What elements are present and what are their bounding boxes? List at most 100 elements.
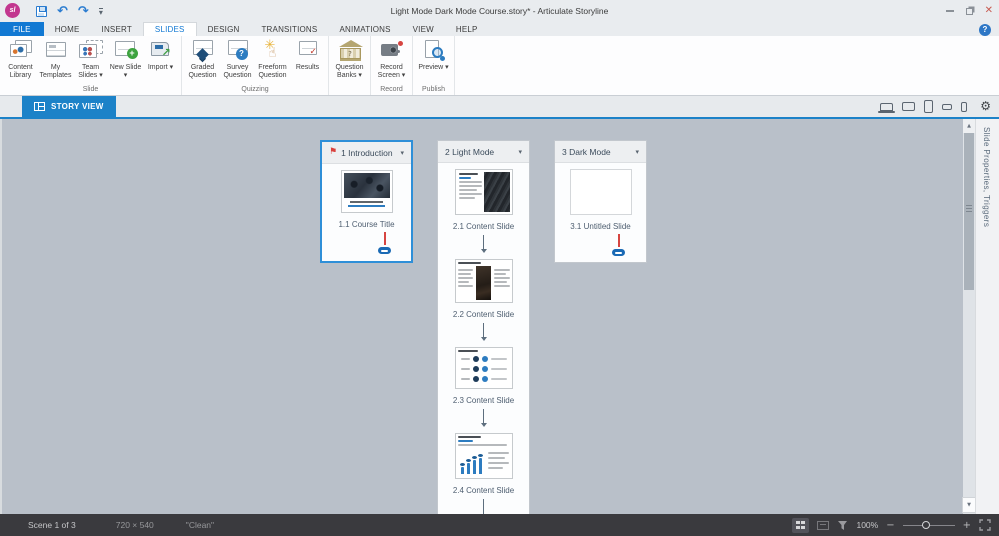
story-view-toggle-icon[interactable] <box>792 517 810 533</box>
tab-animations[interactable]: ANIMATIONS <box>328 22 401 36</box>
undo-icon[interactable]: ↶ <box>57 5 68 18</box>
chart-bar <box>459 463 465 474</box>
slide-dimensions-label: 720 × 540 <box>115 520 154 530</box>
tab-view[interactable]: VIEW <box>402 22 445 36</box>
redo-icon[interactable]: ↷ <box>78 5 89 18</box>
gear-icon[interactable]: ⚙ <box>980 99 991 113</box>
import-button[interactable]: Import ▾ <box>143 36 178 84</box>
chevron-down-icon[interactable]: ▾ <box>518 148 522 156</box>
phone-portrait-preview-icon[interactable] <box>961 101 967 112</box>
scrollbar-thumb[interactable] <box>964 133 974 290</box>
thumbnail-bar-chart <box>458 448 486 476</box>
tab-home[interactable]: HOME <box>44 22 91 36</box>
connector-arrowhead <box>480 249 487 253</box>
slide-view-toggle-icon[interactable] <box>817 520 830 530</box>
slide-thumbnail-3-1[interactable] <box>569 169 632 215</box>
slide-thumbnail-1-1[interactable] <box>340 170 393 213</box>
zoom-in-icon[interactable]: + <box>963 520 971 531</box>
scene-header[interactable]: 3 Dark Mode ▾ <box>555 141 646 163</box>
chevron-down-icon[interactable]: ▾ <box>635 148 639 156</box>
team-slides-button[interactable]: Team Slides ▾ <box>73 36 108 84</box>
story-view-canvas[interactable]: ⚑ 1 Introduction ▾ 1.1 Course Title 2 Li… <box>0 119 963 514</box>
zoom-slider-thumb[interactable] <box>921 520 930 529</box>
new-slide-button[interactable]: New Slide ▾ <box>108 36 143 84</box>
tab-help[interactable]: HELP <box>445 22 489 36</box>
slide-caption: 3.1 Untitled Slide <box>570 222 631 231</box>
question-banks-button[interactable]: Question Banks ▾ <box>332 36 367 84</box>
freeform-question-button[interactable]: Freeform Question <box>255 36 290 84</box>
group-label-record: Record <box>380 86 403 93</box>
thumbnail-text-line <box>490 378 507 380</box>
restore-icon[interactable] <box>965 7 973 15</box>
fit-to-window-icon[interactable] <box>979 519 991 531</box>
thumbnail-text-line <box>458 197 475 199</box>
button-label: Record Screen ▾ <box>377 64 406 80</box>
thumbnail-text-line <box>487 452 509 454</box>
scene-title: 3 Dark Mode <box>562 146 611 157</box>
tab-file[interactable]: FILE <box>0 22 44 36</box>
thumbnail-body <box>458 448 510 476</box>
chevron-down-icon[interactable]: ▾ <box>400 149 404 157</box>
close-icon[interactable]: ✕ <box>985 6 993 16</box>
scene-header[interactable]: ⚑ 1 Introduction ▾ <box>322 142 411 164</box>
save-icon[interactable] <box>36 5 47 17</box>
results-button[interactable]: Results <box>290 36 325 84</box>
ribbon-group-quizzing-buttons: Graded Question Survey Question Freeform… <box>185 36 325 84</box>
slide-caption: 2.2 Content Slide <box>452 310 515 319</box>
vertical-scrollbar[interactable]: ▲ ▼ <box>963 119 975 514</box>
filter-icon[interactable] <box>837 520 848 531</box>
scene-card-dark-mode[interactable]: 3 Dark Mode ▾ 3.1 Untitled Slide <box>554 140 647 263</box>
phone-landscape-preview-icon[interactable] <box>942 103 952 110</box>
thumbnail-text-line <box>457 285 473 287</box>
content-library-button[interactable]: Content Library <box>3 36 38 84</box>
quick-access-more-icon[interactable]: ▾ <box>98 7 103 17</box>
thumbnail-text-line <box>457 273 471 275</box>
record-screen-button[interactable]: Record Screen ▾ <box>374 36 409 84</box>
minimize-icon[interactable] <box>945 10 954 12</box>
laptop-preview-icon[interactable] <box>878 102 895 113</box>
ribbon-group-record-buttons: Record Screen ▾ <box>374 36 409 84</box>
tab-slides[interactable]: SLIDES <box>142 22 197 36</box>
scene-card-introduction[interactable]: ⚑ 1 Introduction ▾ 1.1 Course Title <box>320 140 413 263</box>
slide-caption: 1.1 Course Title <box>338 220 395 229</box>
scene-link-icon[interactable] <box>612 249 625 256</box>
survey-question-button[interactable]: Survey Question <box>220 36 255 84</box>
story-view-tab[interactable]: STORY VIEW <box>22 96 116 117</box>
thumbnail-text-line <box>350 201 383 203</box>
connector-line <box>483 235 484 249</box>
thumbnail-title-line <box>457 262 481 264</box>
side-panel-label[interactable]: Slide Properties, Triggers <box>982 127 991 227</box>
thumbnail-text-line <box>490 368 507 370</box>
scroll-up-icon[interactable]: ▲ <box>963 119 975 133</box>
my-templates-button[interactable]: My Templates <box>38 36 73 84</box>
thumbnail-photo <box>343 173 390 198</box>
app-logo-icon[interactable]: sl <box>5 3 20 18</box>
blue-bullet-icon <box>481 366 488 372</box>
thumbnail-text-column <box>494 266 510 300</box>
zoom-out-icon[interactable]: − <box>886 520 894 531</box>
thumbnail-text-line <box>487 462 509 464</box>
slide-thumbnail-2-2[interactable] <box>454 259 513 303</box>
thumbnail-photo <box>476 266 491 300</box>
slide-thumbnail-2-1[interactable] <box>454 169 513 215</box>
zoom-slider[interactable] <box>902 520 955 529</box>
collapsed-side-panel[interactable]: Slide Properties, Triggers <box>975 119 999 514</box>
thumbnail-text-line <box>494 285 510 287</box>
slide-thumbnail-2-4[interactable] <box>454 433 513 479</box>
help-icon[interactable]: ? <box>979 24 991 36</box>
tab-design[interactable]: DESIGN <box>197 22 251 36</box>
tab-insert[interactable]: INSERT <box>91 22 143 36</box>
thumbnail-text-line <box>458 181 482 183</box>
preview-button[interactable]: Preview ▾ <box>416 36 451 84</box>
tablet-landscape-preview-icon[interactable] <box>902 102 915 111</box>
scene-header[interactable]: 2 Light Mode ▾ <box>438 141 529 163</box>
scene-card-light-mode[interactable]: 2 Light Mode ▾ 2.1 Content Slide 2.2 Con… <box>437 140 530 514</box>
thumbnail-text-line <box>457 444 507 446</box>
tab-transitions[interactable]: TRANSITIONS <box>250 22 328 36</box>
tablet-portrait-preview-icon[interactable] <box>924 100 933 113</box>
team-slides-icon <box>77 38 105 64</box>
scroll-down-icon[interactable]: ▼ <box>963 498 975 512</box>
scene-link-icon[interactable] <box>378 247 391 254</box>
graded-question-button[interactable]: Graded Question <box>185 36 220 84</box>
slide-thumbnail-2-3[interactable] <box>454 347 513 389</box>
